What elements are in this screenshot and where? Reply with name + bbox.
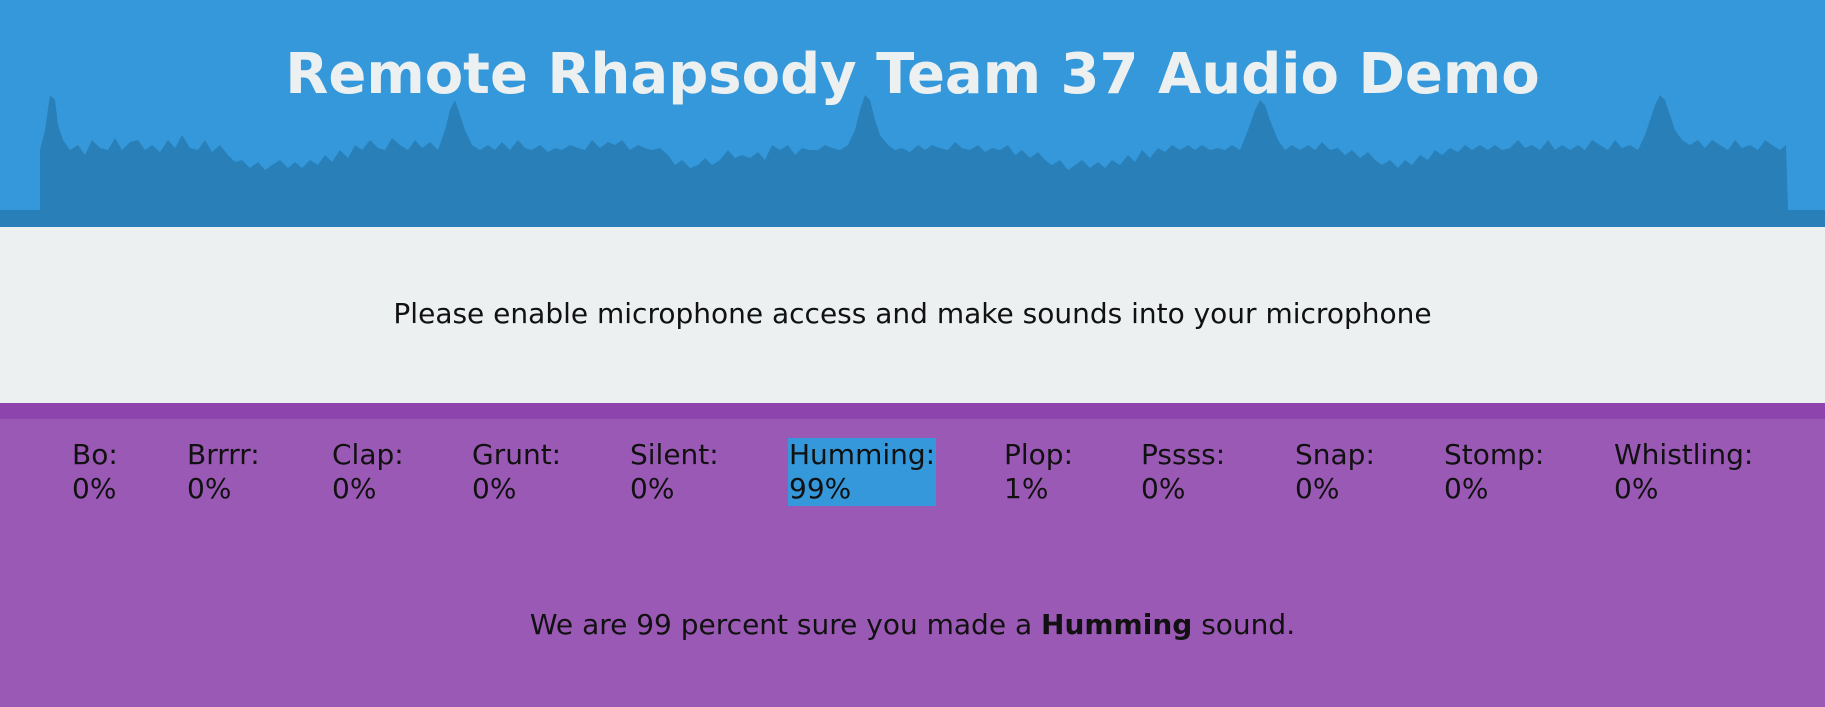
score-clap: Clap: 0% bbox=[331, 438, 405, 506]
score-label: Bo: bbox=[72, 438, 118, 471]
score-label: Plop: bbox=[1004, 438, 1074, 471]
instructions-text: Please enable microphone access and make… bbox=[393, 297, 1432, 330]
waveform-skyline-graphic bbox=[0, 95, 1825, 227]
page-title: Remote Rhapsody Team 37 Audio Demo bbox=[285, 42, 1540, 107]
score-value: 0% bbox=[630, 472, 675, 505]
score-plop: Plop: 1% bbox=[1003, 438, 1074, 506]
result-prefix: We are 99 percent sure you made a bbox=[529, 608, 1042, 641]
results-panel: Bo: 0% Brrrr: 0% Clap: 0% Grunt: 0% Sile… bbox=[0, 403, 1825, 707]
score-value: 0% bbox=[187, 472, 232, 505]
score-pssss: Pssss: 0% bbox=[1140, 438, 1226, 506]
score-label: Stomp: bbox=[1444, 438, 1545, 471]
score-label: Snap: bbox=[1295, 438, 1375, 471]
score-value: 0% bbox=[472, 472, 517, 505]
score-label: Whistling: bbox=[1614, 438, 1754, 471]
score-value: 0% bbox=[72, 472, 117, 505]
score-grunt: Grunt: 0% bbox=[471, 438, 562, 506]
score-value: 0% bbox=[1614, 472, 1659, 505]
score-label: Silent: bbox=[630, 438, 719, 471]
score-label: Humming: bbox=[789, 438, 936, 471]
score-bo: Bo: 0% bbox=[71, 438, 119, 506]
score-value: 1% bbox=[1004, 472, 1049, 505]
score-value: 99% bbox=[789, 472, 852, 505]
detected-sound: Humming bbox=[1041, 608, 1193, 641]
result-suffix: sound. bbox=[1192, 608, 1296, 641]
score-label: Brrrr: bbox=[187, 438, 260, 471]
results-top-stripe bbox=[0, 403, 1825, 419]
score-value: 0% bbox=[1141, 472, 1186, 505]
score-brrrr: Brrrr: 0% bbox=[186, 438, 261, 506]
score-value: 0% bbox=[1444, 472, 1489, 505]
score-whistling: Whistling: 0% bbox=[1613, 438, 1754, 506]
instructions-section: Please enable microphone access and make… bbox=[0, 227, 1825, 403]
score-label: Grunt: bbox=[472, 438, 562, 471]
score-silent: Silent: 0% bbox=[629, 438, 720, 506]
score-value: 0% bbox=[332, 472, 377, 505]
score-value: 0% bbox=[1295, 472, 1340, 505]
score-label: Clap: bbox=[332, 438, 404, 471]
score-humming: Humming: 99% bbox=[788, 438, 937, 506]
result-sentence: We are 99 percent sure you made a Hummin… bbox=[0, 608, 1825, 642]
score-label: Pssss: bbox=[1141, 438, 1226, 471]
score-stomp: Stomp: 0% bbox=[1443, 438, 1545, 506]
page-header: Remote Rhapsody Team 37 Audio Demo bbox=[0, 0, 1825, 227]
score-snap: Snap: 0% bbox=[1294, 438, 1376, 506]
